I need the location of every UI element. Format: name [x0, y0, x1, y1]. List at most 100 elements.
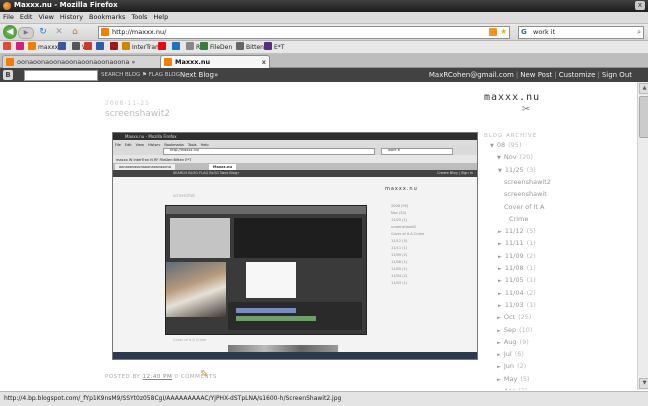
search-input[interactable]: G work it ⌕: [518, 26, 644, 39]
archive-count: (1): [526, 239, 536, 247]
collapsed-triangle-icon[interactable]: ►: [497, 364, 501, 370]
archive-label: screenshawit: [504, 190, 547, 198]
bookmark-maxxx[interactable]: maxxx: [28, 42, 58, 52]
blog-search-input[interactable]: [24, 70, 98, 81]
stop-icon[interactable]: ✕: [54, 27, 64, 37]
scroll-up-arrow-icon[interactable]: ▲: [639, 83, 648, 94]
archive-item[interactable]: ► Aug (9): [497, 338, 529, 347]
collapsed-triangle-icon[interactable]: ►: [498, 229, 502, 235]
expanded-triangle-icon[interactable]: ▼: [498, 168, 502, 174]
archive-item[interactable]: ► 11/12 (5): [498, 227, 536, 236]
bookmark-star-icon[interactable]: ★: [500, 27, 507, 37]
collapsed-triangle-icon[interactable]: ►: [497, 389, 501, 390]
new-post-link[interactable]: New Post: [520, 71, 552, 79]
expanded-triangle-icon[interactable]: ▼: [490, 143, 494, 149]
collapsed-triangle-icon[interactable]: ►: [498, 266, 502, 272]
search-icon[interactable]: ⌕: [637, 27, 641, 37]
archive-item[interactable]: ► 11/08 (1): [498, 264, 536, 273]
menu-edit[interactable]: Edit: [17, 12, 36, 23]
bookmark-fileden[interactable]: FileDen: [200, 42, 232, 52]
blogger-logo-icon[interactable]: B: [3, 70, 13, 80]
comments-link[interactable]: 0 COMMENTS: [174, 374, 216, 380]
archive-item[interactable]: ► 11/04 (2): [498, 289, 536, 298]
archive-item[interactable]: Crime: [509, 215, 528, 223]
collapsed-triangle-icon[interactable]: ►: [497, 340, 501, 346]
collapsed-triangle-icon[interactable]: ►: [498, 278, 502, 284]
archive-item[interactable]: ► Jul (6): [497, 350, 524, 359]
archive-item[interactable]: ► 11/11 (1): [498, 239, 536, 248]
archive-item[interactable]: ► 11/03 (1): [498, 301, 536, 310]
menu-help[interactable]: Help: [150, 12, 171, 23]
sign-out-link[interactable]: Sign Out: [602, 71, 632, 79]
expanded-triangle-icon[interactable]: ▼: [497, 155, 501, 161]
archive-item[interactable]: ▼ 11/25 (3): [498, 166, 536, 175]
bookmark-intertran[interactable]: InterTran: [122, 42, 159, 52]
archive-item[interactable]: ► Oct (25): [497, 313, 531, 322]
archive-item[interactable]: ▼ Nov (20): [497, 153, 533, 162]
rss-feed-icon[interactable]: [489, 28, 497, 36]
archive-item[interactable]: ► 11/05 (1): [498, 276, 536, 285]
forward-button[interactable]: ▶: [18, 27, 34, 39]
close-tab-icon[interactable]: x: [262, 56, 266, 68]
tab-oona[interactable]: oonaoonaoonaoonaoonaoonaoona »: [2, 55, 174, 69]
collapsed-triangle-icon[interactable]: ►: [497, 328, 501, 334]
bookmark-bookmark[interactable]: [96, 42, 106, 52]
archive-item[interactable]: screenshawit: [504, 190, 547, 198]
collapsed-triangle-icon[interactable]: ►: [498, 291, 502, 297]
reload-icon[interactable]: ↻: [38, 27, 48, 37]
wikipedia-icon: [72, 42, 80, 50]
collapsed-triangle-icon[interactable]: ►: [497, 377, 501, 383]
archive-item[interactable]: screenshawit2: [504, 178, 551, 186]
menu-file[interactable]: File: [0, 12, 17, 23]
collapsed-triangle-icon[interactable]: ►: [498, 241, 502, 247]
post-screenshot-image[interactable]: Maxxx.nu - Mozilla Firefox File Edit View H…: [112, 132, 478, 360]
home-icon[interactable]: ⌂: [70, 27, 80, 37]
bookmark-bookmark[interactable]: [172, 42, 182, 52]
archive-item[interactable]: ► May (5): [497, 375, 530, 384]
bookmark-e-t[interactable]: E*T: [264, 42, 284, 52]
archive-item[interactable]: ►Apr(3): [497, 387, 527, 390]
scrollbar-thumb[interactable]: [639, 96, 648, 138]
post-title[interactable]: screenshawit2: [105, 109, 170, 119]
bookmark-bitten[interactable]: Bitten: [236, 42, 264, 52]
blog-logo[interactable]: maxxx.nu: [484, 92, 540, 103]
collapsed-triangle-icon[interactable]: ►: [497, 315, 501, 321]
collapsed-triangle-icon[interactable]: ►: [497, 352, 501, 358]
menu-bookmarks[interactable]: Bookmarks: [86, 12, 128, 23]
tab-maxxx[interactable]: Maxxx.nu x: [160, 55, 270, 68]
bookmark-bookmark[interactable]: [110, 42, 120, 52]
search-blog-button[interactable]: SEARCH BLOG: [101, 71, 140, 79]
bookmark-gmail[interactable]: [84, 42, 94, 52]
post-time-link[interactable]: 12:40 PM: [143, 374, 173, 380]
tools-icon[interactable]: ✂: [522, 104, 530, 115]
menu-tools[interactable]: Tools: [128, 12, 150, 23]
archive-item[interactable]: ► Jun (2): [497, 362, 526, 371]
collapsed-triangle-icon[interactable]: ►: [498, 254, 502, 260]
archive-count: (9): [519, 338, 529, 346]
archive-item[interactable]: ► 11/09 (2): [498, 252, 536, 261]
url-bar[interactable]: http://maxxx.nu/ ★: [98, 26, 510, 39]
collapsed-triangle-icon[interactable]: ►: [498, 303, 502, 309]
customize-link[interactable]: Customize: [559, 71, 596, 79]
flag-blog-button[interactable]: ⚑ FLAG BLOG: [142, 71, 180, 79]
archive-item[interactable]: ► Sep (10): [497, 326, 532, 335]
inner-sidebar-item: 11/12 (5): [391, 239, 408, 243]
menu-view[interactable]: View: [35, 12, 56, 23]
bookmark-google[interactable]: [3, 42, 13, 52]
archive-item[interactable]: ▼ 08 (95): [490, 141, 521, 150]
archive-item[interactable]: Cover of It A: [504, 203, 544, 211]
bookmark-netflix[interactable]: [158, 42, 168, 52]
scroll-down-arrow-icon[interactable]: ▼: [639, 378, 648, 389]
google-search-engine-icon[interactable]: G: [521, 28, 530, 36]
edit-post-pencil-icon[interactable]: ✎: [200, 369, 208, 380]
window-close-button[interactable]: x: [635, 1, 645, 10]
menu-history[interactable]: History: [57, 12, 86, 23]
archive-heading: BLOG ARCHIVE: [484, 133, 538, 139]
back-button[interactable]: ◀: [3, 25, 17, 39]
bookmark-facebook[interactable]: [58, 42, 68, 52]
bookmark-label: FileDen: [210, 44, 233, 51]
next-blog-link[interactable]: Next Blog»: [180, 70, 218, 80]
bookmark-flickr[interactable]: [16, 42, 26, 52]
page-content: 2008-11-25 screenshawit2 Maxxx.nu - Mozi…: [0, 82, 637, 390]
vertical-scrollbar[interactable]: ▲ ▼: [637, 82, 648, 390]
